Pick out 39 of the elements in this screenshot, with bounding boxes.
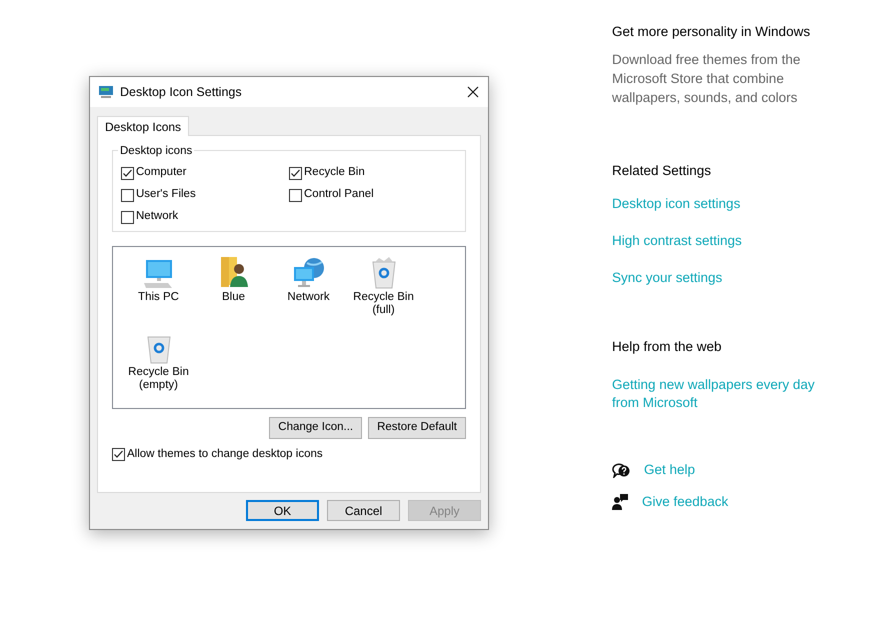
close-icon (467, 86, 479, 98)
icon-item[interactable]: Blue (196, 251, 271, 326)
dialog-button[interactable]: Cancel (327, 500, 400, 521)
desktop-settings-icon (98, 84, 114, 100)
network-icon (292, 257, 326, 289)
checkbox[interactable] (289, 188, 302, 202)
user-folder-icon (218, 255, 248, 289)
checkbox-label: Recycle Bin (304, 165, 365, 180)
checkbox[interactable] (289, 166, 302, 180)
recycle-bin-icon (370, 257, 398, 289)
icon-label: Network (286, 291, 331, 304)
icon-item[interactable]: Recycle Bin (empty) (121, 326, 196, 401)
description: Download free themes from the Microsoft Store that combine wallpapers, sounds, and colors (612, 51, 802, 108)
icon-label: Recycle Bin (empty) (127, 366, 190, 392)
section-title: Related Settings (612, 162, 712, 180)
checkbox-label: User's Files (136, 187, 196, 202)
icon-label: Recycle Bin (full) (352, 291, 415, 317)
help-chat-icon (612, 462, 630, 478)
checkbox-label: Network (136, 209, 178, 224)
icon-item[interactable]: Network (271, 251, 346, 326)
checkbox[interactable] (121, 188, 134, 202)
checkbox-label: Control Panel (304, 187, 374, 202)
icon-label: This PC (137, 291, 180, 304)
icon-label: Blue (220, 291, 246, 304)
window-title: Desktop Icon Settings (120, 84, 242, 101)
dialog-button[interactable]: OK (246, 500, 319, 521)
icon-item[interactable]: Recycle Bin (full) (346, 251, 421, 326)
checkbox-label: Allow themes to change desktop icons (127, 447, 323, 462)
checkbox[interactable] (121, 166, 134, 180)
section-title: Get more personality in Windows (612, 23, 812, 41)
checkbox[interactable] (121, 210, 134, 224)
tab[interactable]: Desktop Icons (97, 116, 190, 136)
section-title: Help from the web (612, 338, 723, 356)
feedback-person-icon (612, 494, 628, 510)
checkbox-label: Computer (136, 165, 186, 180)
icon-button[interactable]: Change Icon... (269, 417, 362, 439)
icon-item[interactable]: This PC (121, 251, 196, 326)
icon-button[interactable]: Restore Default (368, 417, 466, 439)
checkbox[interactable] (112, 448, 125, 462)
